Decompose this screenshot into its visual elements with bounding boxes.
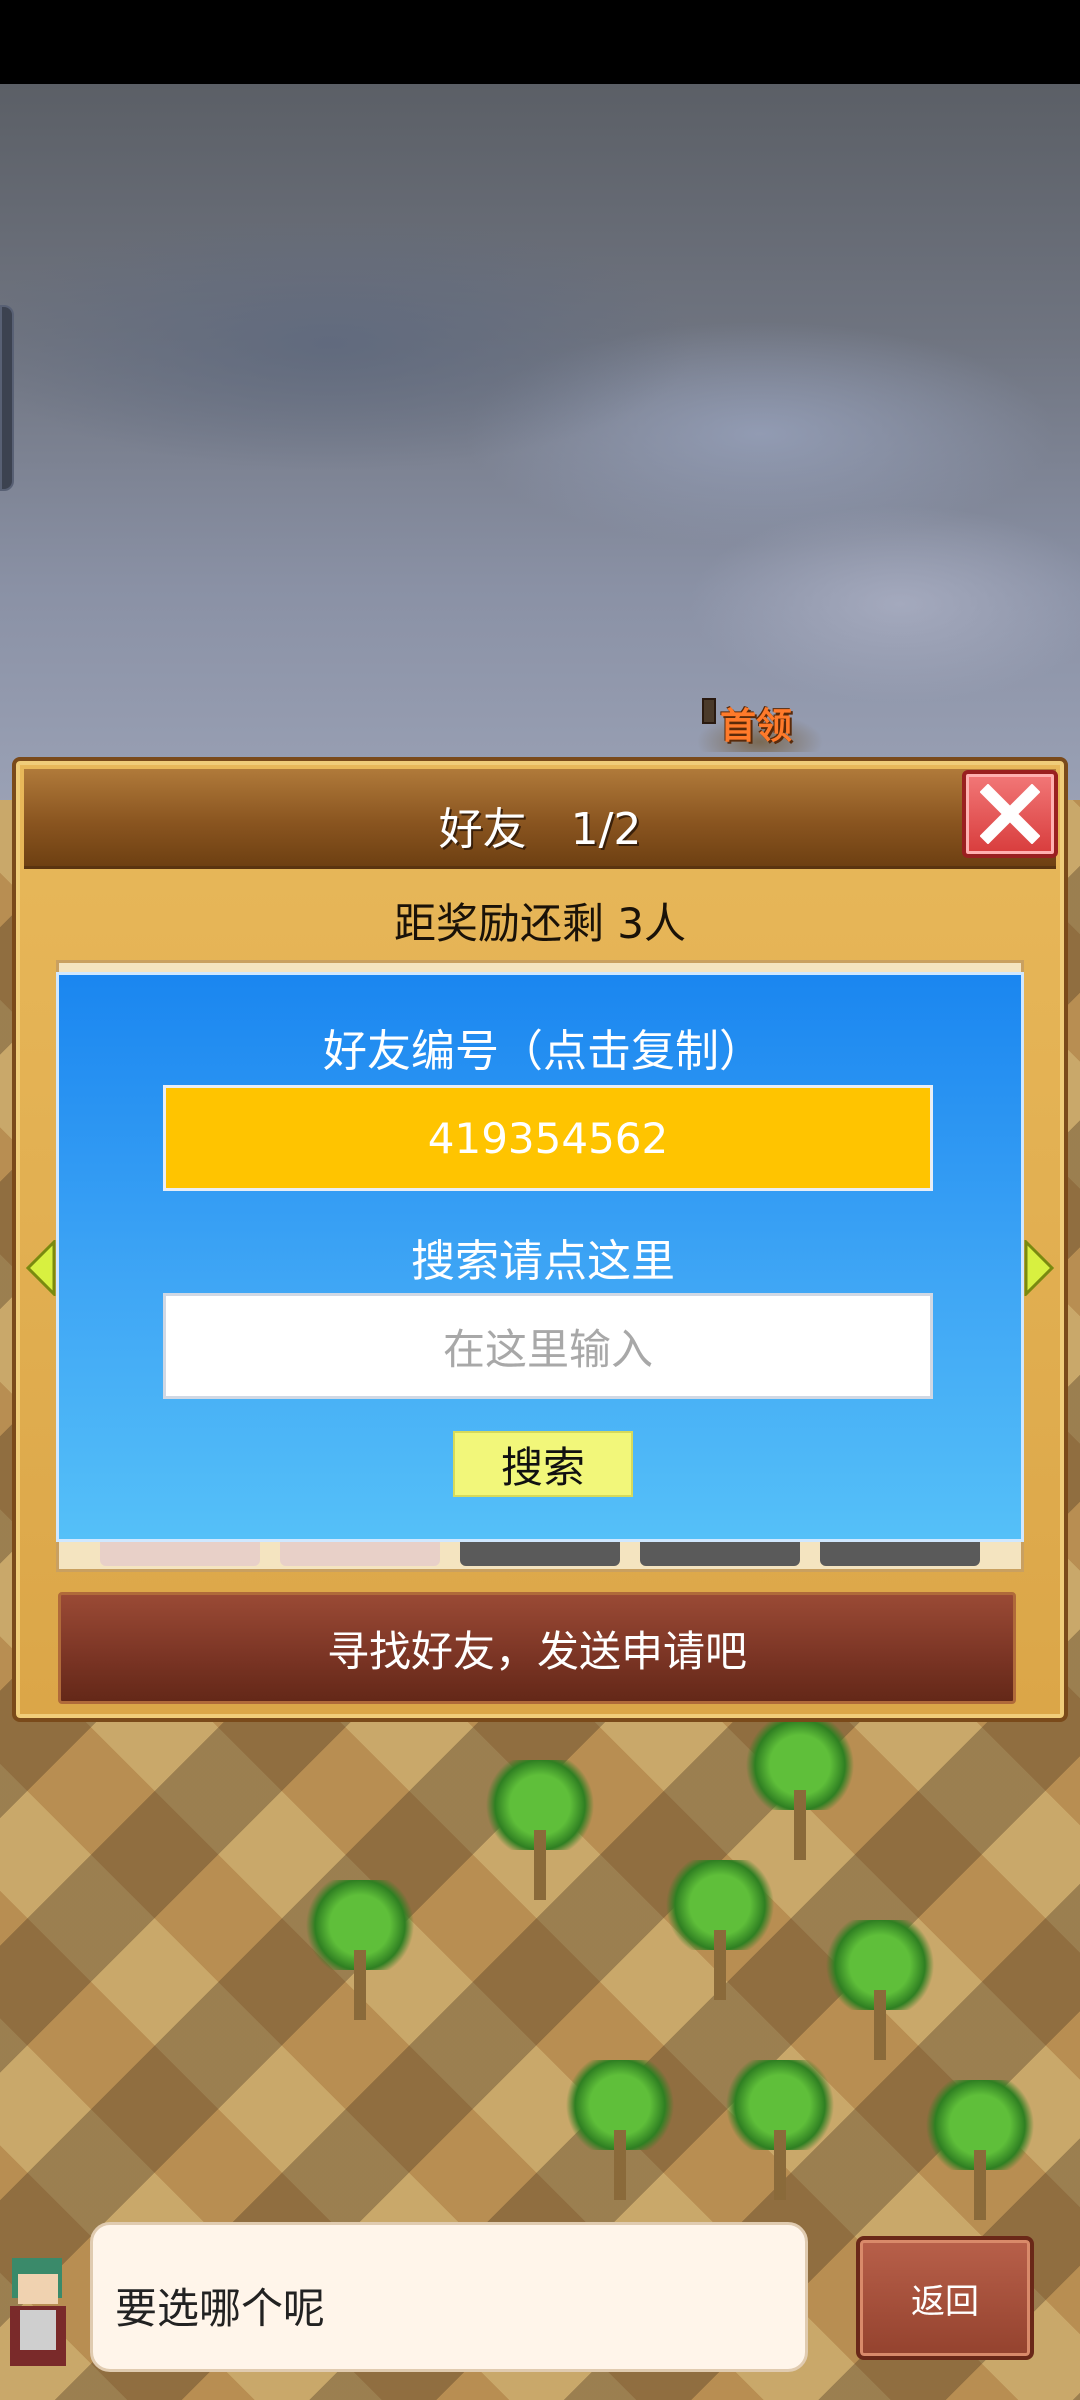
side-drawer-tab[interactable]	[0, 305, 14, 491]
speech-text: 要选哪个呢	[115, 2284, 326, 2333]
find-friends-button[interactable]: 寻找好友，发送申请吧	[58, 1592, 1016, 1704]
palm-tree-icon	[660, 1860, 780, 2000]
character-avatar	[10, 2258, 66, 2366]
speech-bubble: 要选哪个呢	[90, 2222, 808, 2372]
arrow-right-icon[interactable]	[1024, 1240, 1054, 1296]
status-bar	[0, 0, 1080, 84]
palm-tree-icon	[300, 1880, 420, 2020]
palm-tree-icon	[920, 2080, 1040, 2220]
friend-id-title: 好友编号（点击复制）	[323, 1026, 763, 1077]
friend-id-value: 419354562	[427, 1113, 669, 1163]
dialog-header: 好友 1/2	[24, 769, 1056, 869]
palm-tree-icon	[560, 2060, 680, 2200]
back-button[interactable]: 返回	[856, 2236, 1034, 2360]
boss-flag-icon	[702, 698, 716, 724]
search-hint: 搜索请点这里	[411, 1236, 675, 1287]
dialog-title: 好友 1/2	[438, 804, 642, 855]
reward-progress-text: 距奖励还剩 3人	[393, 899, 687, 948]
close-icon	[980, 784, 1040, 844]
palm-tree-icon	[740, 1720, 860, 1860]
close-button[interactable]	[962, 770, 1058, 858]
friend-id-popup: 好友编号（点击复制） 419354562 搜索请点这里 在这里输入 搜索	[56, 972, 1024, 1542]
boss-label: 首领	[720, 706, 793, 747]
arrow-left-icon[interactable]	[26, 1240, 56, 1296]
search-button[interactable]: 搜索	[453, 1431, 633, 1497]
palm-tree-icon	[480, 1760, 600, 1900]
cloudy-sky-background	[0, 84, 1080, 804]
search-placeholder: 在这里输入	[442, 1324, 653, 1374]
palm-tree-icon	[720, 2060, 840, 2200]
friend-id-copy-box[interactable]: 419354562	[163, 1085, 933, 1191]
palm-tree-icon	[820, 1920, 940, 2060]
friend-search-input[interactable]: 在这里输入	[163, 1293, 933, 1399]
